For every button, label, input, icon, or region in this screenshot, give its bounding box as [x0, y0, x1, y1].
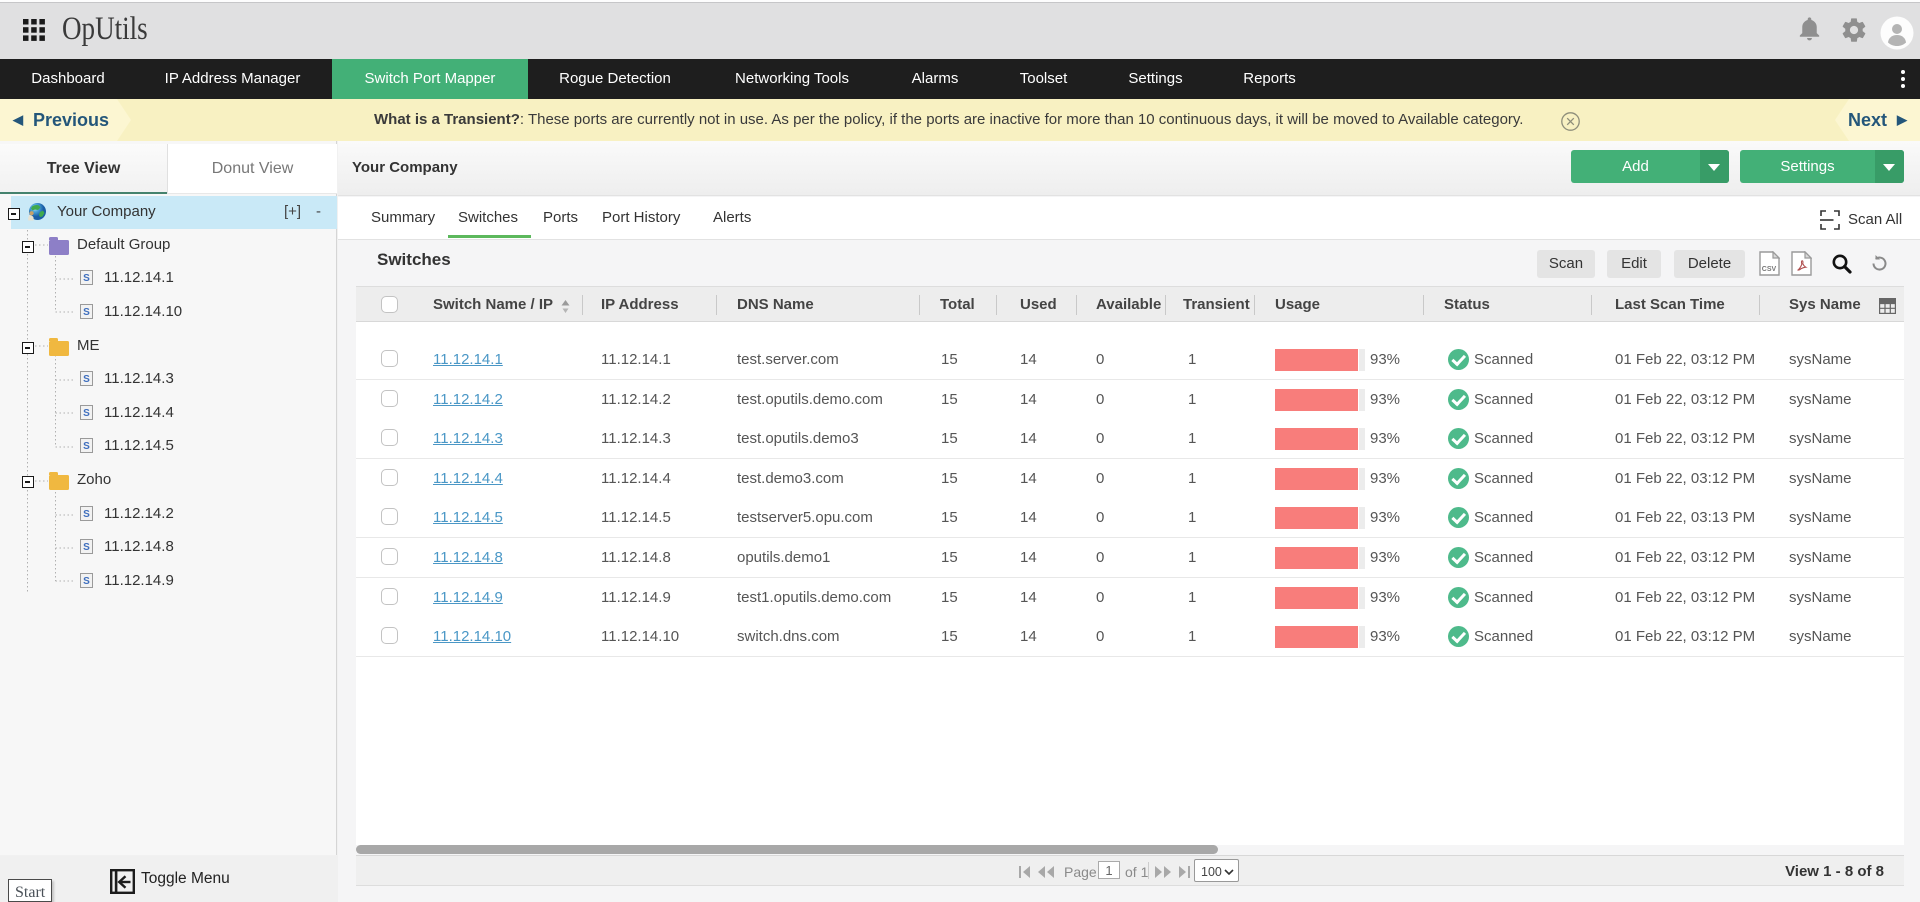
svg-text:CSV: CSV	[1762, 266, 1777, 273]
